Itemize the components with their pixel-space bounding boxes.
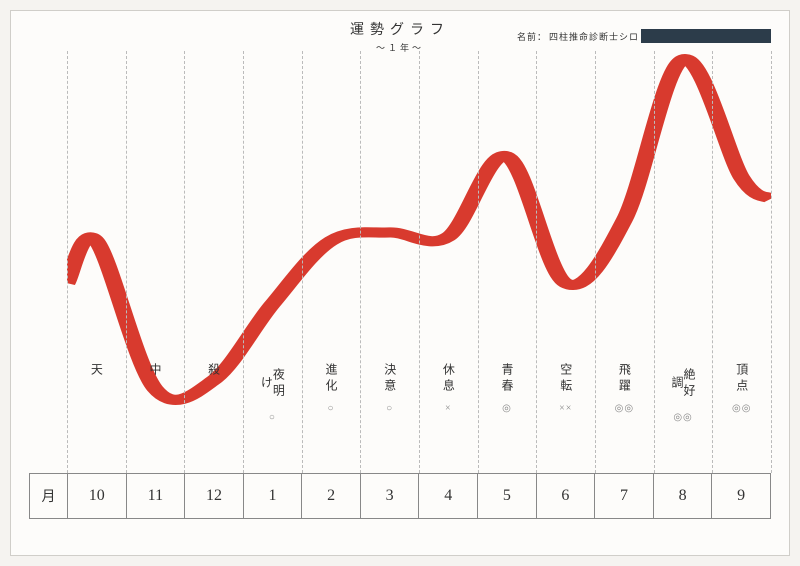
fortune-kanji: 空転 [560,363,572,395]
month-cell: 3 [361,474,420,518]
month-cell: 7 [595,474,654,518]
fortune-kanji: 決意 [384,363,396,395]
fortune-mark: ◎◎ [673,412,692,423]
fortune-mark: ◎◎ [615,403,634,414]
fortune-label-cell: 休息 × [419,361,478,423]
chart-title: 運勢グラフ [350,19,450,39]
month-cell: 1 [244,474,303,518]
name-value: 四柱推命診断士シロ [549,30,639,43]
grid-line [771,51,772,473]
title-block: 運勢グラフ ～１年～ [350,19,450,54]
redacted-bar [641,29,771,43]
row-head-month: 月 [30,474,68,518]
fortune-label-cell: 殺 [184,361,243,423]
month-cells: 101112123456789 [68,474,770,518]
fortune-kanji: 夜明け [260,363,284,404]
fortune-label-cell: 青春 ◎ [478,361,537,423]
fortune-mark: ◎◎ [732,403,751,414]
month-cell: 2 [302,474,361,518]
fortune-mark: ◎ [502,403,512,414]
fortune-label-cell: 進化 ○ [302,361,361,423]
fortune-mark: ○ [269,412,276,423]
fortune-labels-row: 天 中 殺 夜明け ○ 進化 ○ 決意 ○ 休息 × 青春 ◎ 空転 ×× 飛躍 ◎◎ 絶好調 ◎◎ 頂点 ◎◎ [67,361,771,423]
chart-frame: 運勢グラフ ～１年～ 名前： 四柱推命診断士シロ 天 中 殺 夜明け ○ 進化 ○ 決意 ○ 休息… [10,10,790,556]
fortune-label-cell: 中 [126,361,185,423]
month-cell: 6 [537,474,596,518]
fortune-label-cell: 空転 ×× [536,361,595,423]
fortune-mark: ○ [386,403,393,414]
fortune-kanji: 天 [90,363,102,375]
fortune-label-cell: 夜明け ○ [243,361,302,423]
fortune-label-cell: 天 [67,361,126,423]
month-cell: 4 [419,474,478,518]
fortune-kanji: 絶好調 [671,363,695,404]
month-cell: 8 [654,474,713,518]
fortune-label-cell: 絶好調 ◎◎ [654,361,713,423]
fortune-kanji: 飛躍 [618,363,630,395]
fortune-kanji: 青春 [501,363,513,395]
fortune-label-cell: 飛躍 ◎◎ [595,361,654,423]
month-cell: 11 [127,474,186,518]
fortune-kanji: 中 [149,363,161,375]
fortune-label-cell: 決意 ○ [360,361,419,423]
month-cell: 10 [68,474,127,518]
month-cell: 12 [185,474,244,518]
fortune-mark: × [445,403,452,414]
fortune-mark: ○ [328,403,335,414]
fortune-kanji: 進化 [325,363,337,395]
fortune-kanji: 休息 [442,363,454,395]
name-block: 名前： 四柱推命診断士シロ [517,29,771,43]
fortune-label-cell: 頂点 ◎◎ [712,361,771,423]
month-cell: 5 [478,474,537,518]
fortune-mark: ×× [559,403,572,414]
name-label: 名前： [517,30,547,43]
fortune-kanji: 殺 [208,363,220,375]
month-cell: 9 [712,474,770,518]
fortune-kanji: 頂点 [736,363,748,395]
month-table: 月 101112123456789 [29,473,771,519]
